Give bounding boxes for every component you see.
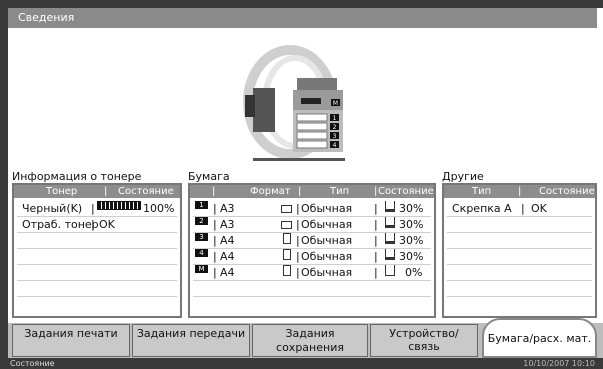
other-header-type: Тип [472,186,492,197]
tab-label: Устройство/ связь [389,327,459,353]
paper-type: Обычная [301,234,353,247]
paper-header-type: Тип [330,186,350,197]
paper-portrait-icon [283,233,291,244]
tab-print-jobs[interactable]: Задания печати [12,324,130,357]
toner-table-header: Тонер | Состояние [14,185,180,198]
paper-type: Обычная [301,218,353,231]
table-row: 1 | A3 | Обычная | 30% [193,201,431,217]
copier-label-3: 3 [333,133,337,140]
toner-header-state: Состояние [118,186,174,197]
tab-label: Задания передачи [136,327,246,340]
paper-format: A3 [220,218,235,231]
paper-table: | Формат | Тип | Состояние 1 | A3 | Обычна… [188,183,436,318]
table-row: 3 | A4 | Обычная | 30% [193,233,431,249]
tab-send-jobs[interactable]: Задания передачи [132,324,250,357]
tab-device-communication[interactable]: Устройство/ связь [370,324,478,357]
tab-label: Задания печати [24,327,118,340]
copier-label-m: M [333,100,338,107]
tray-icon: 3 [195,233,208,241]
toner-status: 100% [143,202,175,215]
paper-level-icon [385,201,395,212]
paper-state: 30% [399,234,424,247]
paper-format: A4 [220,250,235,263]
status-datetime: 10/10/2007 10:10 [523,359,595,368]
copier-label-4: 4 [333,142,337,149]
status-bar: Состояние 10/10/2007 10:10 [8,358,603,369]
other-type: Скрепка A [452,202,512,215]
tray-icon: 2 [195,217,208,225]
paper-state: 30% [399,202,424,215]
paper-portrait-icon [283,249,291,260]
table-row: Отраб. тонер | OK [17,217,177,233]
tray-icon: 1 [195,201,208,209]
paper-level-icon [385,233,395,244]
table-row: 2 | A3 | Обычная | 30% [193,217,431,233]
paper-section-title: Бумага [188,170,230,183]
paper-portrait-icon [283,265,291,276]
paper-landscape-icon [281,221,292,229]
other-table: Тип | Состояние Скрепка A | OK [442,183,597,318]
paper-type: Обычная [301,202,353,215]
other-section-title: Другие [442,170,484,183]
paper-format: A4 [220,234,235,247]
copier-label-2: 2 [333,124,337,131]
tab-label: Задания сохранения [276,327,344,354]
status-label: Состояние [10,359,55,368]
paper-type: Обычная [301,250,353,263]
copier-illustration: M 1 2 3 4 [243,45,345,161]
paper-table-header: | Формат | Тип | Состояние [190,185,434,198]
tab-label: Бумага/расх. мат. [487,332,592,345]
tab-storage-jobs[interactable]: Задания сохранения [252,324,368,357]
window-title-bar: Сведения [8,8,597,28]
toner-name: Черный(K) [22,202,83,215]
paper-state: 0% [405,266,423,279]
paper-format: A3 [220,202,235,215]
window-title: Сведения [18,11,75,24]
toner-status: OK [99,218,115,231]
paper-state: 30% [399,218,424,231]
paper-landscape-icon [281,205,292,213]
other-state: OK [531,202,547,215]
paper-type: Обычная [301,266,353,279]
tray-icon: 4 [195,249,208,257]
other-table-header: Тип | Состояние [444,185,595,198]
table-row: 4 | A4 | Обычная | 30% [193,249,431,265]
table-row: M | A4 | Обычная | 0% [193,265,431,281]
toner-header-toner: Тонер [46,186,78,197]
paper-format: A4 [220,266,235,279]
paper-level-icon [385,217,395,228]
table-row: Черный(K) | 100% [17,201,177,217]
tab-paper-supplies[interactable]: Бумага/расх. мат. [482,318,597,358]
table-row: Скрепка A | OK [447,201,592,217]
tray-icon: M [195,265,208,273]
copier-label-1: 1 [333,115,337,122]
paper-header-state: Состояние [378,186,434,197]
toner-table: Тонер | Состояние Черный(K) | 100% Отраб… [12,183,182,318]
other-header-state: Состояние [539,186,595,197]
toner-name: Отраб. тонер [22,218,99,231]
paper-level-icon [385,249,395,260]
paper-header-format: Формат [250,186,291,197]
paper-state: 30% [399,250,424,263]
paper-level-icon [385,265,395,276]
toner-section-title: Информация о тонере [12,170,142,183]
